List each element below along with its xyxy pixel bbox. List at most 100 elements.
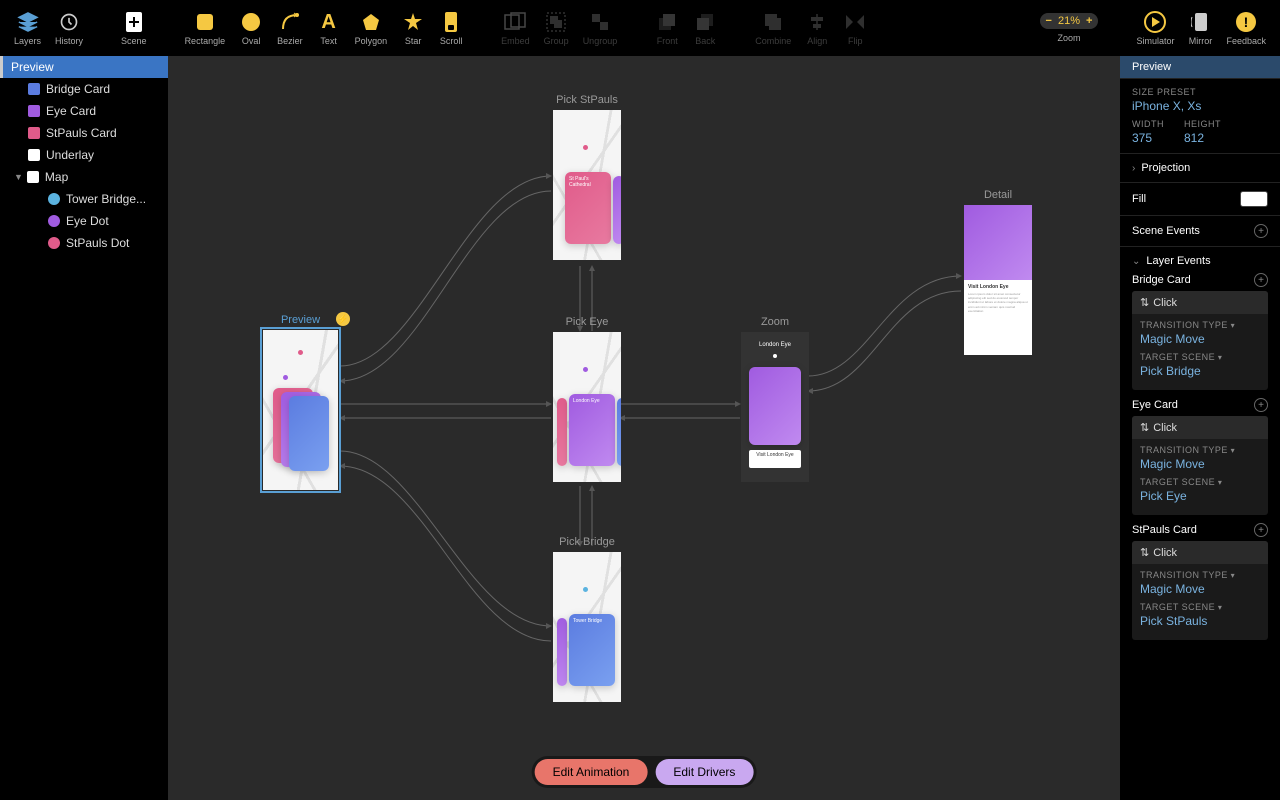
layer-underlay[interactable]: Underlay [0, 144, 168, 166]
scene-zoom[interactable]: Zoom London Eye Visit London Eye [741, 316, 809, 482]
group-button[interactable]: Group [538, 6, 575, 50]
zoom-in-button[interactable]: + [1086, 15, 1092, 27]
simulator-button[interactable]: Simulator [1130, 6, 1180, 50]
size-preset-label: SIZE PRESET [1132, 87, 1268, 97]
text-icon: A [317, 10, 341, 34]
zoom-value: 21% [1058, 15, 1080, 27]
layer-eye-card[interactable]: Eye Card [0, 100, 168, 122]
layer-stpauls-card[interactable]: StPauls Card [0, 122, 168, 144]
front-icon [655, 10, 679, 34]
layer-preview[interactable]: Preview [0, 56, 168, 78]
text-tool[interactable]: A Text [311, 6, 347, 50]
inspector-title: Preview [1120, 56, 1280, 79]
scene-label: Zoom [741, 316, 809, 328]
add-layer-event-button[interactable]: + [1254, 273, 1268, 287]
swatch-icon [27, 171, 39, 183]
align-button[interactable]: Align [799, 6, 835, 50]
mirror-icon [1188, 10, 1212, 34]
width-input[interactable]: 375 [1132, 131, 1164, 145]
event-card[interactable]: ⇅Click TRANSITION TYPE Magic Move TARGET… [1132, 541, 1268, 640]
bezier-tool[interactable]: Bezier [271, 6, 309, 50]
scene-preview[interactable]: Preview ⚡ [263, 314, 338, 490]
zoom-control: − 21% + Zoom [1034, 9, 1105, 47]
event-card[interactable]: ⇅Click TRANSITION TYPE Magic Move TARGET… [1132, 416, 1268, 515]
transition-type-dropdown[interactable]: Magic Move [1140, 582, 1260, 596]
star-icon [401, 10, 425, 34]
scene-events-section[interactable]: Scene Events + [1120, 216, 1280, 247]
tab-layers[interactable]: Layers [8, 6, 47, 50]
tab-history[interactable]: History [49, 6, 89, 50]
rectangle-tool[interactable]: Rectangle [179, 6, 232, 50]
scroll-tool[interactable]: Scroll [433, 6, 469, 50]
star-tool[interactable]: Star [395, 6, 431, 50]
chevron-right-icon: › [1132, 163, 1135, 174]
rectangle-icon [193, 10, 217, 34]
ungroup-button[interactable]: Ungroup [577, 6, 624, 50]
scene-pick-stpauls[interactable]: Pick StPauls St Paul's Cathedral [553, 94, 621, 260]
add-scene-event-button[interactable]: + [1254, 224, 1268, 238]
edit-drivers-button[interactable]: Edit Drivers [655, 759, 753, 785]
feedback-icon: ! [1234, 10, 1258, 34]
bottom-toolbar: Edit Animation Edit Drivers [532, 756, 757, 788]
edit-animation-button[interactable]: Edit Animation [535, 759, 648, 785]
back-icon [693, 10, 717, 34]
dot-icon [48, 193, 60, 205]
embed-icon [503, 10, 527, 34]
history-icon [57, 10, 81, 34]
transition-type-dropdown[interactable]: Magic Move [1140, 457, 1260, 471]
chevron-down-icon: ⌄ [1132, 256, 1140, 267]
scene-button[interactable]: Scene [115, 6, 153, 50]
dot-icon [48, 215, 60, 227]
svg-text:!: ! [1244, 14, 1249, 30]
scene-detail[interactable]: Detail Visit London Eye Lorem ipsum dolo… [964, 189, 1032, 355]
layers-icon [16, 10, 40, 34]
scene-pick-eye[interactable]: Pick Eye London Eye [553, 316, 621, 482]
transition-type-dropdown[interactable]: Magic Move [1140, 332, 1260, 346]
new-scene-icon [122, 10, 146, 34]
embed-button[interactable]: Embed [495, 6, 536, 50]
size-preset-dropdown[interactable]: iPhone X, Xs [1132, 99, 1268, 113]
canvas[interactable]: Preview ⚡ Pick StPauls St Paul's Cat [168, 56, 1120, 800]
oval-tool[interactable]: Oval [233, 6, 269, 50]
scene-label: Detail [964, 189, 1032, 201]
trigger-icon: ⇅ [1140, 421, 1149, 434]
trigger-icon: ⇅ [1140, 546, 1149, 559]
mirror-button[interactable]: Mirror [1182, 6, 1218, 50]
dot-icon [48, 237, 60, 249]
scene-label: Pick Eye [553, 316, 621, 328]
trigger-icon: ⇅ [1140, 296, 1149, 309]
target-scene-dropdown[interactable]: Pick Eye [1140, 489, 1260, 503]
add-layer-event-button[interactable]: + [1254, 523, 1268, 537]
combine-button[interactable]: Combine [749, 6, 797, 50]
scene-pick-bridge[interactable]: Pick Bridge Tower Bridge [553, 536, 621, 702]
add-layer-event-button[interactable]: + [1254, 398, 1268, 412]
chevron-down-icon: ▼ [14, 172, 23, 182]
layer-tower-bridge-dot[interactable]: Tower Bridge... [0, 188, 168, 210]
projection-section[interactable]: ›Projection [1120, 154, 1280, 183]
height-input[interactable]: 812 [1184, 131, 1221, 145]
zoom-out-button[interactable]: − [1046, 15, 1052, 27]
target-scene-dropdown[interactable]: Pick Bridge [1140, 364, 1260, 378]
front-button[interactable]: Front [649, 6, 685, 50]
scene-label: Pick StPauls [553, 94, 621, 106]
event-card[interactable]: ⇅Click TRANSITION TYPE Magic Move TARGET… [1132, 291, 1268, 390]
feedback-button[interactable]: ! Feedback [1220, 6, 1272, 50]
play-icon [1143, 10, 1167, 34]
flip-button[interactable]: Flip [837, 6, 873, 50]
back-button[interactable]: Back [687, 6, 723, 50]
layer-bridge-card[interactable]: Bridge Card [0, 78, 168, 100]
scroll-icon [439, 10, 463, 34]
fill-section[interactable]: Fill [1120, 183, 1280, 216]
swatch-icon [28, 105, 40, 117]
fill-swatch[interactable] [1240, 191, 1268, 207]
event-layer-name: StPauls Card [1132, 524, 1197, 536]
target-scene-dropdown[interactable]: Pick StPauls [1140, 614, 1260, 628]
inspector-panel: Preview SIZE PRESET iPhone X, Xs WIDTH 3… [1120, 56, 1280, 800]
top-toolbar: Layers History Scene Rectangle Oval Bezi… [0, 0, 1280, 56]
layer-map[interactable]: ▼ Map [0, 166, 168, 188]
polygon-tool[interactable]: Polygon [349, 6, 394, 50]
layer-eye-dot[interactable]: Eye Dot [0, 210, 168, 232]
layers-panel: Preview Bridge Card Eye Card StPauls Car… [0, 56, 168, 800]
scene-label: Pick Bridge [553, 536, 621, 548]
layer-stpauls-dot[interactable]: StPauls Dot [0, 232, 168, 254]
